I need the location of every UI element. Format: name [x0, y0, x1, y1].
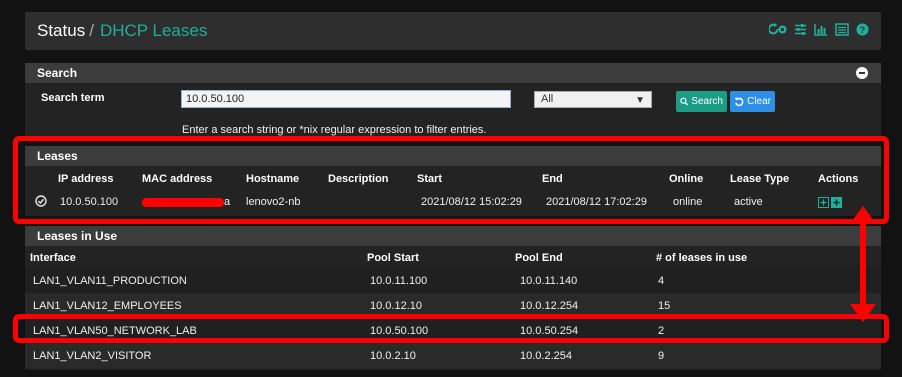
search-term-input[interactable]: 10.0.50.100 [181, 90, 511, 108]
search-panel-header: Search [25, 63, 881, 83]
leases-in-use-header: Leases in Use [25, 226, 881, 246]
annotation-box-leases [13, 136, 889, 224]
breadcrumb-status[interactable]: Status [37, 21, 85, 40]
pool-start: 10.0.2.10 [370, 349, 416, 362]
leases-in-use-title: Leases in Use [37, 229, 118, 243]
pool-interface: LAN1_VLAN11_PRODUCTION [33, 274, 187, 287]
svg-text:?: ? [860, 25, 866, 35]
undo-icon [734, 97, 744, 107]
clear-button-label: Clear [747, 96, 771, 107]
pool-count: 9 [658, 349, 665, 362]
search-term-label: Search term [41, 92, 105, 104]
clear-button[interactable]: Clear [730, 91, 775, 112]
service-restart-icon[interactable] [769, 23, 787, 36]
search-button[interactable]: Search [676, 91, 727, 112]
breadcrumb: Status / DHCP Leases [37, 21, 207, 41]
chevron-down-icon: ▼ [635, 95, 645, 106]
annotation-box-vlan50 [13, 314, 889, 343]
search-filter-value: All [541, 93, 554, 105]
search-filter-select[interactable]: All ▼ [534, 91, 652, 108]
table-row: LAN1_VLAN2_VISITOR 10.0.2.10 10.0.2.254 … [25, 343, 881, 368]
breadcrumb-separator: / [89, 21, 94, 40]
pool-interface: LAN1_VLAN2_VISITOR [33, 349, 152, 362]
leases-in-use-header-row: Interface Pool Start Pool End # of lease… [25, 248, 881, 268]
pool-end: 10.0.11.140 [520, 274, 578, 287]
search-panel-title: Search [37, 66, 78, 80]
leases-in-use-table: Interface Pool Start Pool End # of lease… [25, 248, 881, 368]
bar-chart-icon[interactable] [814, 23, 828, 36]
list-log-icon[interactable] [835, 23, 849, 36]
col-pool-end[interactable]: Pool End [515, 248, 656, 268]
page-title[interactable]: DHCP Leases [100, 21, 207, 40]
collapse-icon[interactable] [856, 67, 868, 79]
table-row: LAN1_VLAN11_PRODUCTION 10.0.11.100 10.0.… [25, 268, 881, 293]
page-header: Status / DHCP Leases ? [25, 12, 881, 50]
col-pool-start[interactable]: Pool Start [365, 248, 515, 268]
leases-in-use-panel: Leases in Use Interface Pool Start Pool … [25, 226, 881, 370]
search-panel: Search Search term 10.0.50.100 All ▼ Sea… [25, 63, 881, 139]
search-icon [680, 97, 689, 106]
header-toolbar: ? [769, 23, 869, 36]
col-interface[interactable]: Interface [25, 248, 365, 268]
search-button-label: Search [691, 96, 723, 107]
pool-end: 10.0.2.254 [520, 349, 572, 362]
pool-start: 10.0.11.100 [370, 274, 428, 287]
settings-sliders-icon[interactable] [794, 23, 807, 36]
help-icon[interactable]: ? [856, 23, 869, 36]
search-help-text: Enter a search string or *nix regular ex… [182, 124, 487, 136]
